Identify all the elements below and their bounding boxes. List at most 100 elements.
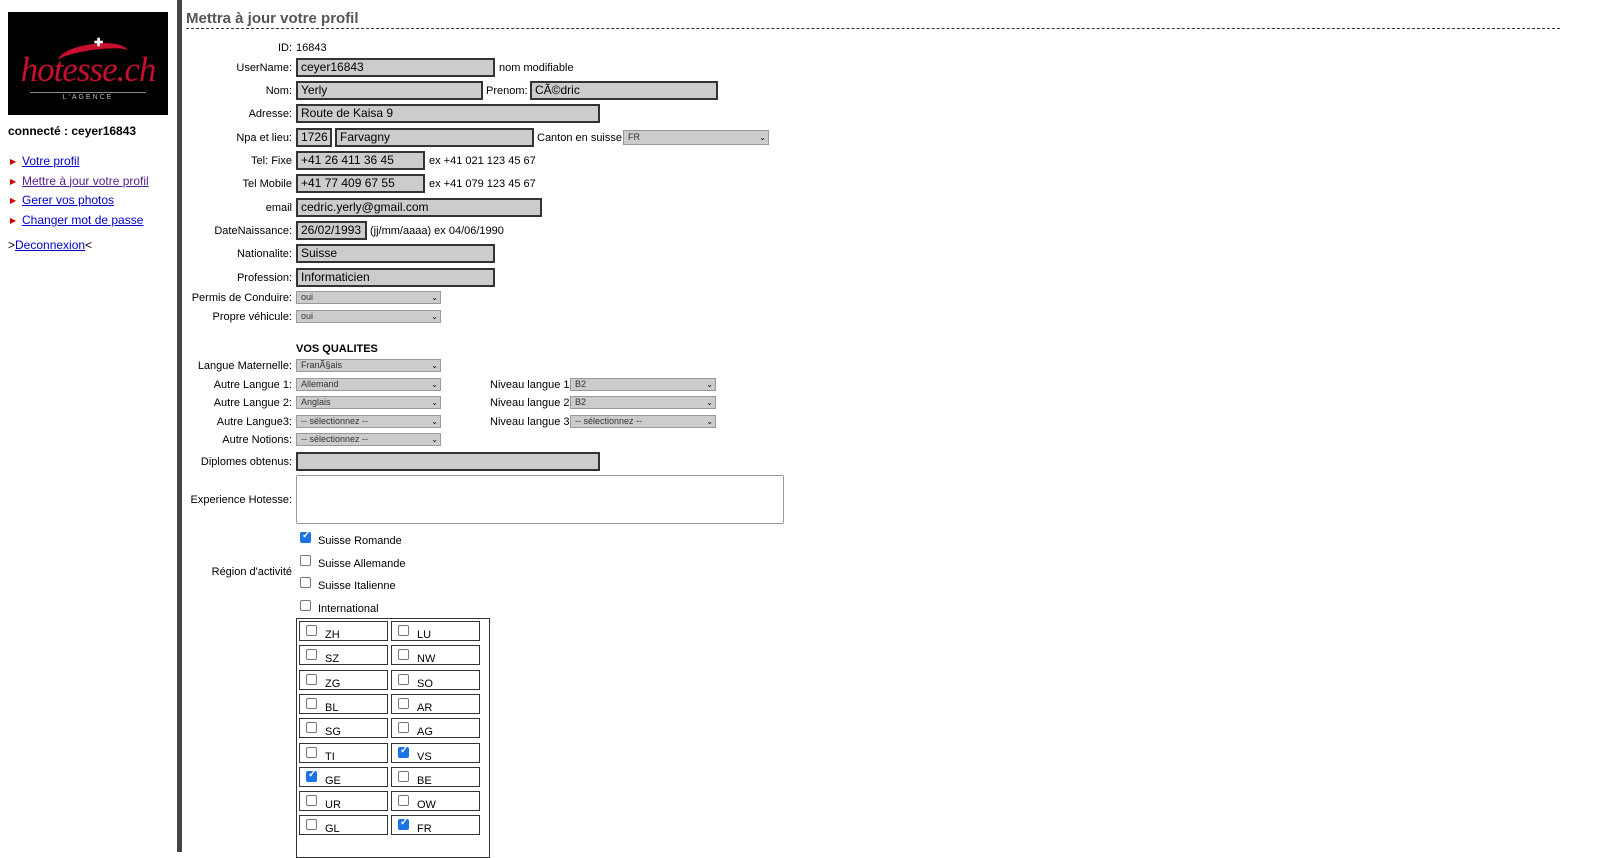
permis-select[interactable]: oui ⌄ <box>296 291 441 304</box>
langue3-select[interactable]: -- sélectionnez -- ⌄ <box>296 415 441 428</box>
notions-select[interactable]: -- sélectionnez -- ⌄ <box>296 433 441 446</box>
permis-label: Permis de Conduire: <box>191 292 292 304</box>
permis-select-value: oui <box>301 292 314 302</box>
region-checkbox[interactable] <box>300 554 311 566</box>
diplomes-label: Diplomes obtenus: <box>200 456 292 468</box>
chevron-down-icon: ⌄ <box>706 417 713 426</box>
canton-checkbox[interactable] <box>306 769 317 782</box>
canton-checkbox[interactable] <box>306 819 317 831</box>
canton-label: LU <box>417 629 432 641</box>
prenom-label: Prenom: <box>486 85 528 97</box>
canton-label: ZG <box>325 677 341 690</box>
prenom-input[interactable]: CÃ©dric <box>530 81 718 100</box>
niveau2-value: B2 <box>575 397 587 407</box>
niveau1-select[interactable]: B2 ⌄ <box>570 378 716 391</box>
dob-input[interactable]: 26/02/1993 <box>296 221 367 240</box>
canton-cell: GE <box>299 766 388 787</box>
langue3-label: Autre Langue3: <box>216 416 292 428</box>
nationalite-input[interactable]: Suisse <box>296 244 495 263</box>
canton-cell: LU <box>391 621 480 641</box>
chevron-down-icon: ⌄ <box>431 435 438 444</box>
region-checkbox[interactable] <box>300 577 311 588</box>
canton-label: GE <box>325 774 341 787</box>
profession-input[interactable]: Informaticien <box>296 268 495 287</box>
canton-checkbox[interactable] <box>398 649 409 661</box>
experience-label: Experience Hotesse: <box>190 494 293 506</box>
adresse-label: Adresse: <box>248 108 292 120</box>
telfixe-input[interactable]: +41 26 411 36 45 <box>296 151 425 170</box>
npa-input[interactable]: 1726 <box>296 128 332 147</box>
canton-cell: VS <box>391 742 480 763</box>
canton-checkbox[interactable] <box>306 673 317 685</box>
canton-checkbox[interactable] <box>398 795 409 807</box>
canton-cell: UR <box>299 791 388 812</box>
canton-cell: NW <box>391 645 480 666</box>
canton-checkbox[interactable] <box>306 746 317 758</box>
canton-cell: ZH <box>299 621 388 641</box>
niveau2-label: Niveau langue 2 <box>490 397 570 409</box>
canton-cell: BE <box>391 766 480 787</box>
canton-checkbox[interactable] <box>398 697 409 709</box>
canton-select[interactable]: FR ⌄ <box>623 130 769 145</box>
canton-checkbox[interactable] <box>398 673 409 685</box>
nom-input[interactable]: Yerly <box>296 81 483 100</box>
id-label: ID: <box>277 42 292 54</box>
canton-label: ZH <box>325 629 340 641</box>
canton-label: AR <box>417 701 433 714</box>
email-input[interactable]: cedric.yerly@gmail.com <box>296 198 542 217</box>
canton-checkbox[interactable] <box>306 697 317 709</box>
canton-cell: SZ <box>299 645 388 666</box>
telmobile-input[interactable]: +41 77 409 67 55 <box>296 174 425 193</box>
region-checkbox[interactable] <box>300 530 311 543</box>
canton-checkbox[interactable] <box>398 722 409 734</box>
adresse-input[interactable]: Route de Kaisa 9 <box>296 104 600 123</box>
vehicule-select[interactable]: oui ⌄ <box>296 310 441 323</box>
region-checkbox-label: Suisse Italienne <box>318 580 396 592</box>
canton-checkbox[interactable] <box>306 649 317 661</box>
username-note: nom modifiable <box>499 62 574 74</box>
canton-checkbox[interactable] <box>398 625 409 636</box>
canton-label: OW <box>417 799 436 812</box>
langue1-value: Allemand <box>301 379 339 389</box>
experience-textarea[interactable] <box>296 475 784 524</box>
canton-select-value: FR <box>628 132 640 142</box>
niveau3-label: Niveau langue 3 <box>490 416 570 428</box>
canton-checkbox[interactable] <box>306 795 317 807</box>
niveau2-select[interactable]: B2 ⌄ <box>570 396 716 409</box>
canton-cell: BL <box>299 693 388 714</box>
email-label: email <box>265 202 292 214</box>
canton-cell: AG <box>391 718 480 739</box>
diplomes-input[interactable] <box>296 452 600 471</box>
region-label: Région d'activité <box>211 566 292 578</box>
lieu-input[interactable]: Farvagny <box>335 128 534 147</box>
langue-mat-value: FranÃ§ais <box>301 360 343 370</box>
niveau3-select[interactable]: -- sélectionnez -- ⌄ <box>570 415 716 428</box>
canton-cell: FR <box>391 815 480 836</box>
langue-mat-select[interactable]: FranÃ§ais ⌄ <box>296 359 441 372</box>
canton-label: NW <box>417 653 436 666</box>
canton-label: UR <box>325 799 341 812</box>
langue2-value: Anglais <box>301 397 331 407</box>
canton-checkbox[interactable] <box>306 722 317 734</box>
canton-label: SO <box>417 677 433 690</box>
langue2-select[interactable]: Anglais ⌄ <box>296 396 441 409</box>
canton-checkbox[interactable] <box>398 817 409 831</box>
canton-checkbox[interactable] <box>398 770 409 782</box>
notions-value: -- sélectionnez -- <box>301 434 369 444</box>
chevron-down-icon: ⌄ <box>706 380 713 389</box>
langue-mat-label: Langue Maternelle: <box>197 360 292 372</box>
nom-label: Nom: <box>265 85 292 97</box>
canton-label: VS <box>417 750 432 763</box>
canton-checkbox[interactable] <box>306 625 317 636</box>
canton-label: AG <box>417 726 433 739</box>
langue1-select[interactable]: Allemand ⌄ <box>296 378 441 391</box>
id-value: 16843 <box>296 42 327 54</box>
region-checkbox[interactable] <box>300 599 311 611</box>
region-checkbox-label: Suisse Allemande <box>318 557 406 570</box>
canton-checkbox[interactable] <box>398 745 409 758</box>
niveau3-value: -- sélectionnez -- <box>575 416 643 426</box>
canton-cell: TI <box>299 742 388 763</box>
chevron-down-icon: ⌄ <box>431 417 438 426</box>
niveau1-label: Niveau langue 1 <box>490 379 570 391</box>
username-input[interactable]: ceyer16843 <box>296 58 495 77</box>
